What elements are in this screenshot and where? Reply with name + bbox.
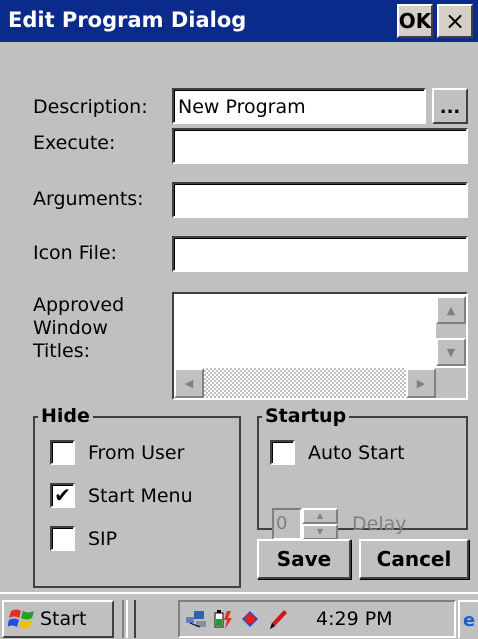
- delay-label: Delay: [352, 513, 407, 535]
- auto-start-checkbox[interactable]: [270, 440, 295, 465]
- description-input[interactable]: New Program: [172, 88, 426, 124]
- battery-icon[interactable]: [212, 607, 236, 631]
- auto-start-label[interactable]: Auto Start: [308, 442, 405, 464]
- cancel-button[interactable]: Cancel: [359, 539, 469, 579]
- network-icon[interactable]: [184, 607, 208, 631]
- start-menu-label[interactable]: Start Menu: [88, 485, 193, 507]
- scroll-right-button[interactable]: ▶: [406, 368, 436, 398]
- right-arrow-icon: ▶: [416, 376, 426, 390]
- save-button[interactable]: Save: [257, 539, 351, 579]
- execute-label: Execute:: [33, 132, 116, 154]
- close-button[interactable]: ×: [437, 4, 473, 38]
- from-user-label[interactable]: From User: [88, 442, 184, 464]
- up-arrow-icon: ▲: [446, 303, 456, 317]
- approved-titles-label-line1: Approved: [33, 294, 125, 316]
- browse-button[interactable]: ...: [432, 88, 468, 124]
- horizontal-scroll-track[interactable]: [204, 368, 406, 398]
- spin-down-icon: ▼: [302, 524, 338, 540]
- left-arrow-icon: ◀: [184, 376, 194, 390]
- taskbar-separator: [122, 600, 128, 638]
- down-arrow-icon: ▼: [446, 345, 456, 359]
- sip-label[interactable]: SIP: [88, 528, 117, 550]
- sip-checkbox[interactable]: [50, 526, 75, 551]
- dialog-title: Edit Program Dialog: [8, 8, 247, 32]
- system-tray: 4:29 PM: [178, 600, 456, 638]
- internet-explorer-icon: e: [463, 610, 475, 630]
- svg-text:e: e: [463, 610, 475, 630]
- from-user-checkbox[interactable]: [50, 440, 75, 465]
- scrollbar-corner: [436, 368, 466, 398]
- taskbar-divider: [134, 600, 138, 638]
- icon-file-input[interactable]: [172, 236, 468, 272]
- delay-input: 0: [272, 508, 302, 540]
- ok-button[interactable]: OK: [397, 4, 433, 38]
- check-mark-icon: ✔: [54, 483, 71, 507]
- scroll-down-button[interactable]: ▼: [436, 338, 466, 366]
- approved-titles-label-line2: Window: [33, 317, 108, 339]
- hide-group-title: Hide: [38, 405, 93, 427]
- stylus-icon[interactable]: [266, 607, 290, 631]
- keyboard-toggle[interactable]: e: [458, 600, 478, 638]
- start-label: Start: [40, 608, 87, 630]
- startup-group-title: Startup: [262, 405, 350, 427]
- sync-icon[interactable]: [238, 607, 262, 631]
- start-button[interactable]: Start: [2, 600, 114, 638]
- approved-titles-list[interactable]: ▲ ▼ ◀ ▶: [172, 292, 468, 400]
- clock[interactable]: 4:29 PM: [316, 608, 393, 630]
- arguments-input[interactable]: [172, 182, 468, 218]
- icon-file-label: Icon File:: [33, 242, 117, 264]
- execute-input[interactable]: [172, 128, 468, 164]
- start-menu-checkbox[interactable]: ✔: [50, 483, 75, 508]
- title-bar: Edit Program Dialog OK ×: [0, 0, 478, 42]
- scroll-left-button[interactable]: ◀: [174, 368, 204, 398]
- scroll-up-button[interactable]: ▲: [436, 296, 466, 324]
- taskbar: Start 4:29 PM e: [0, 592, 478, 639]
- arguments-label: Arguments:: [33, 188, 144, 210]
- windows-flag-icon: [8, 609, 34, 629]
- delay-spinner: ▲ ▼: [302, 508, 338, 540]
- spin-up-icon: ▲: [302, 508, 338, 524]
- approved-titles-label-line3: Titles:: [33, 340, 91, 362]
- description-label: Description:: [33, 96, 148, 118]
